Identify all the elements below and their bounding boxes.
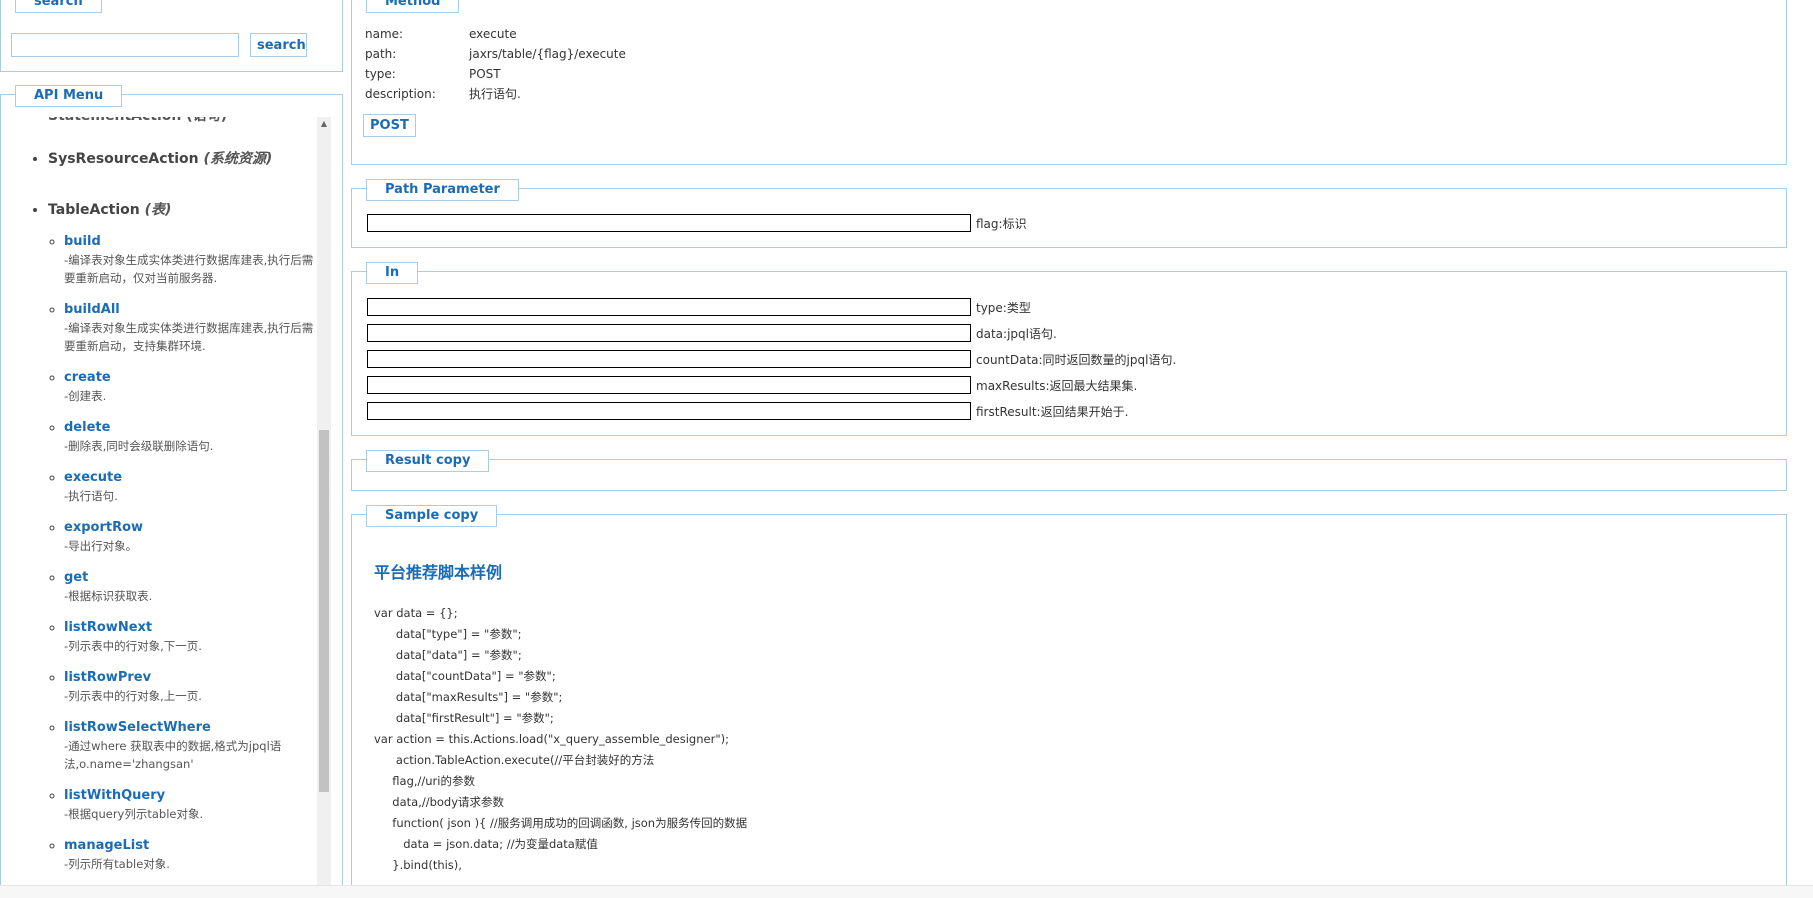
path-parameter-legend: Path Parameter — [366, 179, 519, 201]
method-link[interactable]: listWithQuery — [64, 787, 331, 805]
method-link[interactable]: manageList — [64, 837, 331, 855]
firstresult-input[interactable] — [367, 402, 971, 420]
method-list: build -编译表对象生成实体类进行数据库建表,执行后需要重新启动，仅对当前服务… — [48, 233, 331, 898]
method-description: -列示表中的行对象,上一页. — [64, 689, 202, 703]
method-item-create[interactable]: create -创建表. — [64, 369, 331, 405]
param-label: type:类型 — [976, 300, 1031, 315]
method-link[interactable]: exportRow — [64, 519, 331, 537]
method-description-row: description: 执行语句. — [365, 86, 521, 102]
method-item-exportrow[interactable]: exportRow -导出行对象。 — [64, 519, 331, 555]
method-description: -列示表中的行对象,下一页. — [64, 639, 202, 653]
sample-panel: Sample copy 平台推荐脚本样例 var data = {}; data… — [351, 505, 1787, 897]
method-link[interactable]: buildAll — [64, 301, 331, 319]
param-label: flag:标识 — [976, 216, 1027, 231]
method-item-build[interactable]: build -编译表对象生成实体类进行数据库建表,执行后需要重新启动，仅对当前服务… — [64, 233, 331, 287]
menu-item-name: TableAction — [48, 202, 140, 218]
method-description-label: description: — [365, 87, 436, 101]
taskbar-strip — [0, 885, 1813, 898]
param-row-firstresult: firstResult:返回结果开始于. — [367, 402, 1128, 420]
menu-item-note: (系统资源) — [203, 151, 273, 167]
param-label: maxResults:返回最大结果集. — [976, 378, 1138, 393]
flag-input[interactable] — [367, 214, 971, 232]
menu-item-cut[interactable]: StatementAction (语句) — [48, 117, 227, 125]
scroll-up-arrow-icon[interactable]: ▲ — [317, 117, 331, 131]
search-button[interactable]: search — [250, 33, 307, 57]
method-type-value: POST — [469, 67, 501, 81]
method-description: -根据标识获取表. — [64, 589, 153, 603]
method-item-execute[interactable]: execute -执行语句. — [64, 469, 331, 505]
method-item-delete[interactable]: delete -删除表,同时会级联删除语句. — [64, 419, 331, 455]
method-name-label: name: — [365, 27, 404, 41]
result-copy-legend[interactable]: Result copy — [366, 450, 490, 472]
method-legend: Method — [366, 0, 460, 13]
sample-code: var data = {}; data["type"] = "参数"; data… — [374, 606, 748, 872]
method-path-label: path: — [365, 47, 397, 61]
result-panel: Result copy — [351, 450, 1787, 491]
method-description: -列示所有table对象. — [64, 857, 170, 871]
param-label: firstResult:返回结果开始于. — [976, 404, 1129, 419]
method-item-managelist[interactable]: manageList -列示所有table对象. — [64, 837, 331, 873]
search-legend: search — [15, 0, 102, 13]
search-input[interactable] — [11, 33, 239, 57]
menu-scrollbar[interactable]: ▲ — [317, 117, 331, 898]
method-type-label: type: — [365, 67, 396, 81]
method-description: -通过where 获取表中的数据,格式为jpql语法,o.name='zhang… — [64, 739, 282, 771]
panel-divider — [343, 0, 351, 897]
method-description: -删除表,同时会级联删除语句. — [64, 439, 214, 453]
method-name-link[interactable]: execute — [469, 27, 517, 41]
method-description: -编译表对象生成实体类进行数据库建表,执行后需要重新启动，仅对当前服务器. — [64, 253, 314, 285]
param-row-countdata: countData:同时返回数量的jpql语句. — [367, 350, 1176, 368]
method-description: -根据query列示table对象. — [64, 807, 204, 821]
method-link[interactable]: create — [64, 369, 331, 387]
method-description: -创建表. — [64, 389, 107, 403]
api-menu-panel: API Menu StatementAction (语句) SysResourc… — [0, 85, 343, 898]
menu-item-note: (表) — [144, 202, 172, 218]
method-link[interactable]: execute — [64, 469, 331, 487]
type-input[interactable] — [367, 298, 971, 316]
sample-copy-legend[interactable]: Sample copy — [366, 505, 498, 527]
api-menu-list[interactable]: StatementAction (语句) SysResourceAction (… — [1, 117, 331, 898]
method-panel: Method name: execute path: jaxrs/table/{fl… — [351, 0, 1787, 165]
method-item-listrowselectwhere[interactable]: listRowSelectWhere -通过where 获取表中的数据,格式为jp… — [64, 719, 331, 773]
method-description: -导出行对象。 — [64, 539, 138, 553]
data-input[interactable] — [367, 324, 971, 342]
param-label: countData:同时返回数量的jpql语句. — [976, 352, 1177, 367]
method-path-row: path: jaxrs/table/{flag}/execute — [365, 46, 626, 62]
param-row-flag: flag:标识 — [367, 214, 1027, 232]
param-row-maxresults: maxResults:返回最大结果集. — [367, 376, 1137, 394]
method-link[interactable]: delete — [64, 419, 331, 437]
method-link[interactable]: build — [64, 233, 331, 251]
method-description-value: 执行语句. — [469, 87, 521, 101]
method-description: -执行语句. — [64, 489, 118, 503]
method-item-get[interactable]: get -根据标识获取表. — [64, 569, 331, 605]
method-name-row: name: execute — [365, 26, 517, 42]
in-legend: In — [366, 262, 419, 284]
menu-item-name: SysResourceAction — [48, 151, 199, 167]
method-link[interactable]: listRowSelectWhere — [64, 719, 331, 737]
method-item-buildall[interactable]: buildAll -编译表对象生成实体类进行数据库建表,执行后需要重新启动，支持集… — [64, 301, 331, 355]
path-parameter-panel: Path Parameter flag:标识 — [351, 179, 1787, 248]
menu-item-sysresourceaction[interactable]: SysResourceAction (系统资源) — [48, 148, 331, 168]
post-button[interactable]: POST — [363, 114, 416, 137]
method-type-row: type: POST — [365, 66, 501, 82]
param-label: data:jpql语句. — [976, 326, 1057, 341]
method-path-value: jaxrs/table/{flag}/execute — [469, 47, 626, 61]
sample-title: 平台推荐脚本样例 — [374, 563, 503, 582]
method-link[interactable]: listRowNext — [64, 619, 331, 637]
param-row-type: type:类型 — [367, 298, 1031, 316]
method-link[interactable]: listRowPrev — [64, 669, 331, 687]
method-item-listrowprev[interactable]: listRowPrev -列示表中的行对象,上一页. — [64, 669, 331, 705]
method-item-listrownext[interactable]: listRowNext -列示表中的行对象,下一页. — [64, 619, 331, 655]
scroll-thumb[interactable] — [319, 430, 329, 792]
method-description: -编译表对象生成实体类进行数据库建表,执行后需要重新启动，支持集群环境. — [64, 321, 314, 353]
in-panel: In type:类型 data:jpql语句. countData:同时返回数量… — [351, 262, 1787, 436]
param-row-data: data:jpql语句. — [367, 324, 1057, 342]
api-menu-legend: API Menu — [15, 85, 123, 107]
maxresults-input[interactable] — [367, 376, 971, 394]
method-link[interactable]: get — [64, 569, 331, 587]
menu-item-tableaction[interactable]: TableAction (表) build -编译表对象生成实体类进行数据库建表,… — [48, 199, 331, 898]
method-item-listwithquery[interactable]: listWithQuery -根据query列示table对象. — [64, 787, 331, 823]
countdata-input[interactable] — [367, 350, 971, 368]
search-panel: search search — [0, 0, 343, 72]
